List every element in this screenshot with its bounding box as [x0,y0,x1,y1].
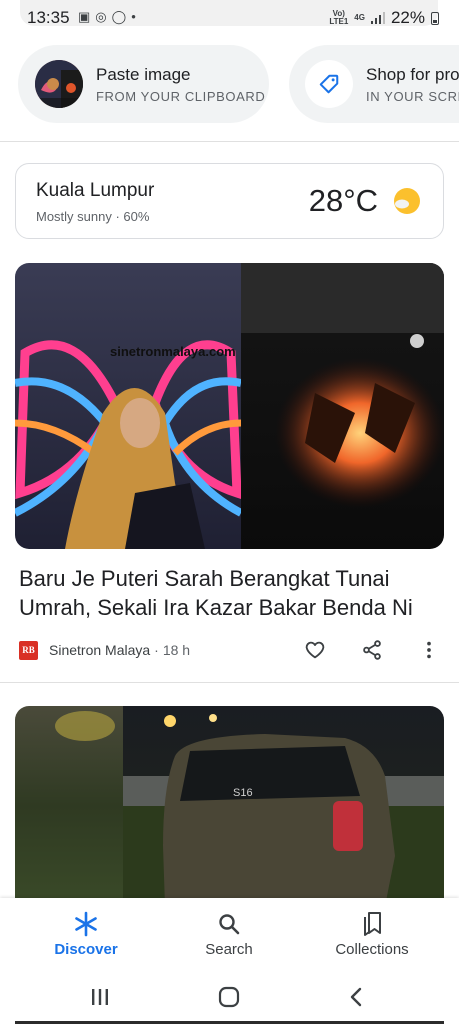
like-button[interactable] [303,638,327,662]
image-watermark: sinetronmalaya.com [110,344,236,359]
paste-image-chip[interactable]: Paste image FROM YOUR CLIPBOARD [18,45,269,123]
nav-collections[interactable]: Collections [312,898,432,970]
share-button[interactable] [360,638,384,662]
nav-label: Collections [335,941,409,958]
article-image[interactable]: sinetronmalaya.com [15,263,444,549]
source-logo: RB [19,640,38,660]
share-icon [363,640,381,660]
nav-label: Search [205,941,253,958]
weather-city: Kuala Lumpur [36,180,155,201]
gallery-notification-icon: ▣ [78,9,91,24]
chip-title: Paste image [96,64,191,84]
asterisk-icon [72,910,100,938]
clipboard-image-thumbnail [35,60,83,108]
system-navigation-bar [0,970,459,1024]
chip-subtitle: IN YOUR SCRE [366,88,459,104]
back-chevron-icon [350,987,362,1007]
recent-apps-button[interactable] [85,982,115,1012]
system-status-icons: Vo) LTE1 4G 22% [329,8,439,28]
battery-icon [431,11,439,25]
article-source-row: RB Sinetron Malaya · 18 h [19,638,444,662]
section-divider [0,682,459,683]
status-time: 13:35 [27,8,70,27]
notification-icons: ▣ ◎ ◯ • [78,10,136,24]
more-vert-icon [427,641,431,659]
heart-icon [305,641,325,659]
whatsapp-notification-icon: ◯ [111,9,127,24]
nav-label: Discover [54,941,118,958]
more-options-button[interactable] [417,638,441,662]
home-icon [218,986,240,1008]
article-age: 18 h [162,642,191,658]
source-separator: · [154,642,159,658]
sun-icon [394,188,420,214]
back-button[interactable] [342,982,372,1012]
weather-temperature: 28°C [308,183,378,218]
home-button[interactable] [214,982,244,1012]
signal-icon [370,12,385,24]
article-image[interactable]: S16 [15,706,444,906]
section-divider [0,141,459,142]
source-name[interactable]: Sinetron Malaya [49,642,150,658]
recent-apps-icon [92,989,108,1005]
collections-icon [358,910,386,938]
nav-search[interactable]: Search [169,898,289,970]
shop-products-chip[interactable]: Shop for pro IN YOUR SCRE [289,45,459,123]
weather-card[interactable]: Kuala Lumpur Mostly sunny · 60% 28°C [15,163,444,239]
chip-title: Shop for pro [366,64,459,84]
more-notifications-dot-icon: • [131,9,136,24]
search-icon [215,910,243,938]
battery-percent: 22% [390,8,425,27]
tag-icon [305,60,353,108]
weather-description: Mostly sunny · 60% [36,209,150,224]
chip-subtitle: FROM YOUR CLIPBOARD [96,88,266,104]
car-badge-text: S16 [233,787,253,799]
bottom-navigation: Discover Search Collections [0,898,459,970]
lens-chips-row: Paste image FROM YOUR CLIPBOARD Shop for… [0,45,459,125]
network-type: 4G [354,13,365,22]
nav-discover[interactable]: Discover [26,898,146,970]
status-bar: 13:35 ▣ ◎ ◯ • Vo) LTE1 4G 22% [0,0,459,34]
article-headline[interactable]: Baru Je Puteri Sarah Berangkat Tunai Umr… [19,564,444,622]
instagram-notification-icon: ◎ [95,9,107,24]
volte-indicator: Vo) LTE1 [329,9,349,26]
